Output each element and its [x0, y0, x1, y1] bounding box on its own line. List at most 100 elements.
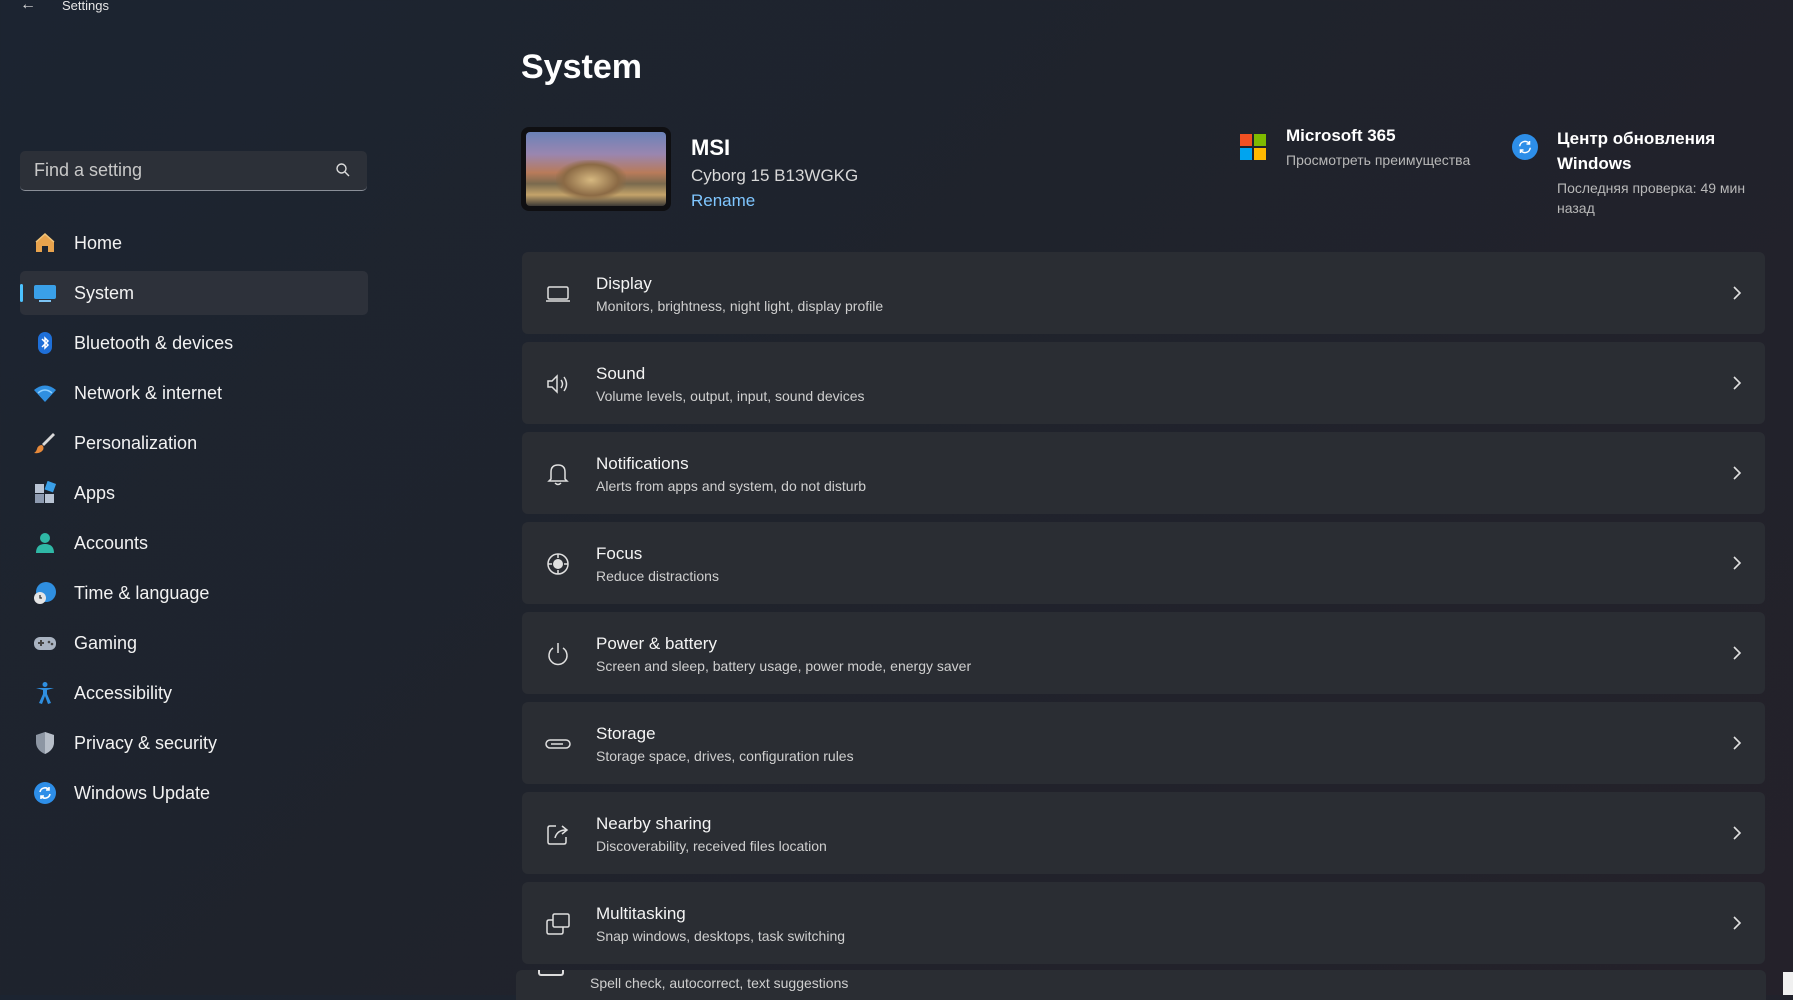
- wallpaper-image: [526, 132, 666, 206]
- device-name: MSI: [691, 135, 731, 160]
- power-icon: [548, 643, 568, 666]
- sidebar-nav: Home System Bluetooth & devices Network …: [20, 221, 368, 821]
- microsoft-365-subtitle: Просмотреть преимущества: [1286, 152, 1471, 168]
- microsoft-logo-icon: [1240, 134, 1266, 160]
- chevron-right-icon: [1733, 736, 1742, 750]
- sidebar-item-gaming[interactable]: Gaming: [20, 621, 368, 665]
- app-title: Settings: [62, 0, 109, 13]
- apps-icon: [32, 480, 58, 506]
- bluetooth-icon: [32, 330, 58, 356]
- wifi-icon: [32, 380, 58, 406]
- keyboard-icon: [538, 970, 564, 976]
- device-model: Cyborg 15 B13WGKG: [691, 166, 859, 185]
- display-icon: [546, 286, 570, 302]
- sidebar-item-label: Accounts: [74, 532, 149, 553]
- device-wallpaper-thumbnail: [521, 127, 671, 211]
- card-title: Power & battery: [596, 634, 717, 653]
- windows-update-icon: [32, 780, 58, 806]
- sidebar-item-label: Bluetooth & devices: [74, 332, 234, 353]
- sidebar-item-label: Accessibility: [74, 682, 173, 703]
- card-title: Sound: [596, 364, 646, 383]
- windows-update-tile-icon: [1512, 134, 1538, 160]
- chevron-right-icon: [1733, 916, 1742, 930]
- rename-link[interactable]: Rename: [691, 191, 755, 211]
- search-input[interactable]: [32, 159, 326, 182]
- card-display[interactable]: Display Monitors, brightness, night ligh…: [522, 252, 1765, 334]
- chevron-right-icon: [1733, 556, 1742, 570]
- scrollbar-thumb[interactable]: [1783, 972, 1793, 995]
- card-subtitle: Storage space, drives, configuration rul…: [596, 748, 854, 764]
- windows-update-subtitle: Последняя проверка: 49 мин назад: [1557, 180, 1746, 216]
- sidebar-item-label: System: [74, 282, 135, 303]
- sidebar-item-apps[interactable]: Apps: [20, 471, 368, 515]
- share-icon: [547, 825, 569, 845]
- card-title: Display: [596, 274, 652, 293]
- gamepad-icon: [32, 630, 58, 656]
- bell-icon: [547, 464, 569, 486]
- storage-icon: [545, 739, 571, 749]
- card-typing-partial[interactable]: Spell check, autocorrect, text suggestio…: [516, 970, 1766, 1000]
- sidebar-item-system[interactable]: System: [20, 271, 368, 315]
- card-subtitle: Spell check, autocorrect, text suggestio…: [590, 975, 849, 991]
- system-icon: [32, 280, 58, 306]
- accounts-icon: [32, 530, 58, 556]
- sidebar-item-label: Time & language: [74, 582, 210, 603]
- card-subtitle: Snap windows, desktops, task switching: [596, 928, 846, 944]
- sidebar-item-label: Network & internet: [74, 382, 223, 403]
- card-nearby-sharing[interactable]: Nearby sharing Discoverability, received…: [522, 792, 1765, 874]
- card-subtitle: Screen and sleep, battery usage, power m…: [596, 658, 972, 674]
- chevron-right-icon: [1733, 466, 1742, 480]
- sidebar-item-personalization[interactable]: Personalization: [20, 421, 368, 465]
- card-subtitle: Alerts from apps and system, do not dist…: [596, 478, 867, 494]
- sidebar-item-label: Personalization: [74, 432, 198, 453]
- card-subtitle: Volume levels, output, input, sound devi…: [596, 388, 865, 404]
- chevron-right-icon: [1733, 376, 1742, 390]
- sidebar-item-home[interactable]: Home: [20, 221, 368, 265]
- shield-icon: [32, 730, 58, 756]
- microsoft-365-tile[interactable]: Microsoft 365 Просмотреть преимущества: [1240, 126, 1500, 186]
- chevron-right-icon: [1733, 646, 1742, 660]
- chevron-right-icon: [1733, 826, 1742, 840]
- windows-update-title: Центр обновления Windows: [1557, 129, 1716, 173]
- page-title: System: [521, 48, 642, 86]
- microsoft-365-title: Microsoft 365: [1286, 126, 1396, 145]
- sidebar-item-network[interactable]: Network & internet: [20, 371, 368, 415]
- focus-icon: [547, 553, 569, 575]
- accessibility-icon: [32, 680, 58, 706]
- brush-icon: [32, 430, 58, 456]
- sidebar-item-privacy[interactable]: Privacy & security: [20, 721, 368, 765]
- sidebar-item-label: Privacy & security: [74, 732, 218, 753]
- card-subtitle: Monitors, brightness, night light, displ…: [596, 298, 884, 314]
- sidebar-item-bluetooth[interactable]: Bluetooth & devices: [20, 321, 368, 365]
- card-title: Storage: [596, 724, 656, 743]
- card-title: Focus: [596, 544, 643, 563]
- sidebar-item-label: Home: [74, 232, 123, 253]
- card-power-battery[interactable]: Power & battery Screen and sleep, batter…: [522, 612, 1765, 694]
- title-bar: ← Settings: [0, 0, 1793, 14]
- back-arrow-icon[interactable]: ←: [20, 0, 36, 14]
- home-icon: [32, 230, 58, 256]
- card-focus[interactable]: Focus Reduce distractions: [522, 522, 1765, 604]
- speaker-icon: [547, 374, 568, 394]
- sidebar-item-time-language[interactable]: Time & language: [20, 571, 368, 615]
- sidebar-item-label: Windows Update: [74, 782, 211, 803]
- sidebar-item-accounts[interactable]: Accounts: [20, 521, 368, 565]
- card-subtitle: Reduce distractions: [596, 568, 719, 584]
- time-language-icon: [32, 580, 58, 606]
- sidebar-item-windows-update[interactable]: Windows Update: [20, 771, 368, 815]
- search-box[interactable]: [20, 151, 367, 191]
- card-title: Notifications: [596, 454, 689, 473]
- sidebar-item-accessibility[interactable]: Accessibility: [20, 671, 368, 715]
- settings-cards-list: Display Monitors, brightness, night ligh…: [522, 252, 1765, 972]
- card-subtitle: Discoverability, received files location: [596, 838, 827, 854]
- card-storage[interactable]: Storage Storage space, drives, configura…: [522, 702, 1765, 784]
- card-sound[interactable]: Sound Volume levels, output, input, soun…: [522, 342, 1765, 424]
- card-title: Nearby sharing: [596, 814, 712, 833]
- multitasking-icon: [546, 913, 570, 935]
- card-title: Multitasking: [596, 904, 686, 923]
- card-notifications[interactable]: Notifications Alerts from apps and syste…: [522, 432, 1765, 514]
- chevron-right-icon: [1733, 286, 1742, 300]
- search-icon[interactable]: [335, 162, 351, 178]
- card-multitasking[interactable]: Multitasking Snap windows, desktops, tas…: [522, 882, 1765, 964]
- sidebar-item-label: Gaming: [74, 632, 138, 653]
